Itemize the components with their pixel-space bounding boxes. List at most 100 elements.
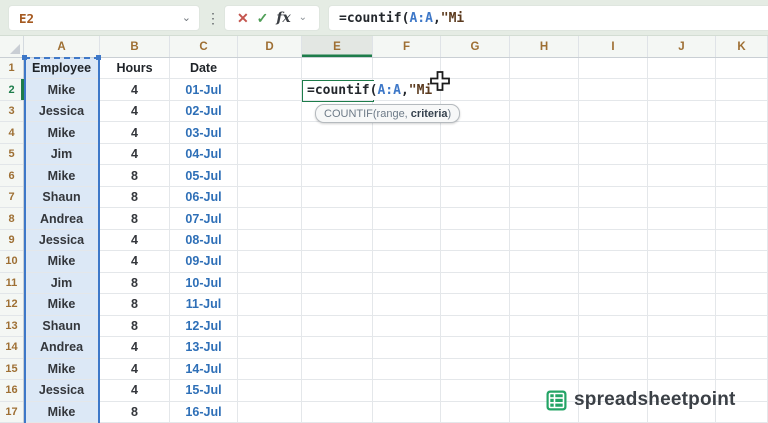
cell-G11[interactable]: [441, 272, 510, 295]
cell-B8[interactable]: 8: [100, 208, 170, 230]
cell-I13[interactable]: [579, 315, 648, 338]
cell-C16[interactable]: 15-Jul: [170, 380, 238, 402]
cell-G5[interactable]: [441, 143, 510, 166]
cell-B3[interactable]: 4: [100, 100, 170, 123]
cell-B16[interactable]: 4: [100, 380, 170, 402]
column-header-B[interactable]: B: [100, 36, 170, 57]
cell-A1[interactable]: Employee: [24, 58, 100, 80]
cell-F15[interactable]: [373, 358, 441, 381]
cell-C2[interactable]: 01-Jul: [170, 79, 238, 101]
cell-G9[interactable]: [441, 229, 510, 252]
cell-I4[interactable]: [579, 122, 648, 144]
cell-K2[interactable]: [716, 79, 768, 101]
cell-J7[interactable]: [648, 186, 716, 209]
insert-function-icon[interactable]: fx: [276, 10, 290, 26]
cell-I5[interactable]: [579, 143, 648, 166]
row-header-7[interactable]: 7: [0, 187, 23, 209]
column-header-H[interactable]: H: [510, 36, 579, 57]
column-header-A[interactable]: A: [24, 36, 100, 57]
row-header-12[interactable]: 12: [0, 294, 23, 316]
cell-B1[interactable]: Hours: [100, 58, 170, 80]
cell-F14[interactable]: [373, 337, 441, 359]
cell-F7[interactable]: [373, 186, 441, 209]
cell-B14[interactable]: 4: [100, 337, 170, 359]
column-header-J[interactable]: J: [648, 36, 716, 57]
cell-I8[interactable]: [579, 208, 648, 230]
cell-J1[interactable]: [648, 58, 716, 80]
cell-F10[interactable]: [373, 251, 441, 273]
name-box[interactable]: E2 ⌄: [8, 5, 200, 31]
cell-F6[interactable]: [373, 165, 441, 187]
cell-B9[interactable]: 4: [100, 229, 170, 252]
cell-H12[interactable]: [510, 294, 579, 316]
row-header-5[interactable]: 5: [0, 144, 23, 166]
cell-J8[interactable]: [648, 208, 716, 230]
cell-F13[interactable]: [373, 315, 441, 338]
cell-D10[interactable]: [238, 251, 302, 273]
cell-D12[interactable]: [238, 294, 302, 316]
column-header-I[interactable]: I: [579, 36, 648, 57]
cell-A9[interactable]: Jessica: [24, 229, 100, 252]
cancel-icon[interactable]: ✕: [237, 10, 249, 27]
cell-C8[interactable]: 07-Jul: [170, 208, 238, 230]
cell-E10[interactable]: [302, 251, 373, 273]
cell-B12[interactable]: 8: [100, 294, 170, 316]
cell-I10[interactable]: [579, 251, 648, 273]
cell-I6[interactable]: [579, 165, 648, 187]
cell-D5[interactable]: [238, 143, 302, 166]
cell-H8[interactable]: [510, 208, 579, 230]
cell-C1[interactable]: Date: [170, 58, 238, 80]
row-header-17[interactable]: 17: [0, 402, 23, 423]
cell-H11[interactable]: [510, 272, 579, 295]
cell-G17[interactable]: [441, 401, 510, 423]
cell-H5[interactable]: [510, 143, 579, 166]
cell-E7[interactable]: [302, 186, 373, 209]
cell-A6[interactable]: Mike: [24, 165, 100, 187]
cell-E12[interactable]: [302, 294, 373, 316]
select-all-button[interactable]: [0, 36, 24, 57]
column-header-F[interactable]: F: [373, 36, 441, 57]
cell-e2-edit-overlay[interactable]: =countif(A:A,"Mi: [304, 81, 436, 100]
column-header-G[interactable]: G: [441, 36, 510, 57]
cell-I15[interactable]: [579, 358, 648, 381]
cell-F9[interactable]: [373, 229, 441, 252]
cell-C15[interactable]: 14-Jul: [170, 358, 238, 381]
enter-icon[interactable]: ✓: [257, 10, 269, 27]
cell-C3[interactable]: 02-Jul: [170, 100, 238, 123]
cell-J10[interactable]: [648, 251, 716, 273]
cell-B11[interactable]: 8: [100, 272, 170, 295]
cell-J14[interactable]: [648, 337, 716, 359]
cell-A16[interactable]: Jessica: [24, 380, 100, 402]
cell-G7[interactable]: [441, 186, 510, 209]
cell-C10[interactable]: 09-Jul: [170, 251, 238, 273]
cell-J15[interactable]: [648, 358, 716, 381]
cell-I12[interactable]: [579, 294, 648, 316]
cell-D13[interactable]: [238, 315, 302, 338]
cell-B5[interactable]: 4: [100, 143, 170, 166]
cell-E14[interactable]: [302, 337, 373, 359]
row-header-10[interactable]: 10: [0, 251, 23, 273]
cell-B15[interactable]: 4: [100, 358, 170, 381]
cell-J13[interactable]: [648, 315, 716, 338]
cell-K8[interactable]: [716, 208, 768, 230]
cell-E16[interactable]: [302, 380, 373, 402]
cell-E6[interactable]: [302, 165, 373, 187]
cell-C14[interactable]: 13-Jul: [170, 337, 238, 359]
cell-K1[interactable]: [716, 58, 768, 80]
cell-A12[interactable]: Mike: [24, 294, 100, 316]
cell-D6[interactable]: [238, 165, 302, 187]
cell-D16[interactable]: [238, 380, 302, 402]
cell-B2[interactable]: 4: [100, 79, 170, 101]
cell-A4[interactable]: Mike: [24, 122, 100, 144]
cell-E11[interactable]: [302, 272, 373, 295]
cell-I14[interactable]: [579, 337, 648, 359]
cell-K12[interactable]: [716, 294, 768, 316]
cell-F1[interactable]: [373, 58, 441, 80]
cell-E17[interactable]: [302, 401, 373, 423]
row-header-6[interactable]: 6: [0, 165, 23, 187]
cell-D2[interactable]: [238, 79, 302, 101]
cell-K10[interactable]: [716, 251, 768, 273]
column-header-C[interactable]: C: [170, 36, 238, 57]
cell-I1[interactable]: [579, 58, 648, 80]
cell-D17[interactable]: [238, 401, 302, 423]
